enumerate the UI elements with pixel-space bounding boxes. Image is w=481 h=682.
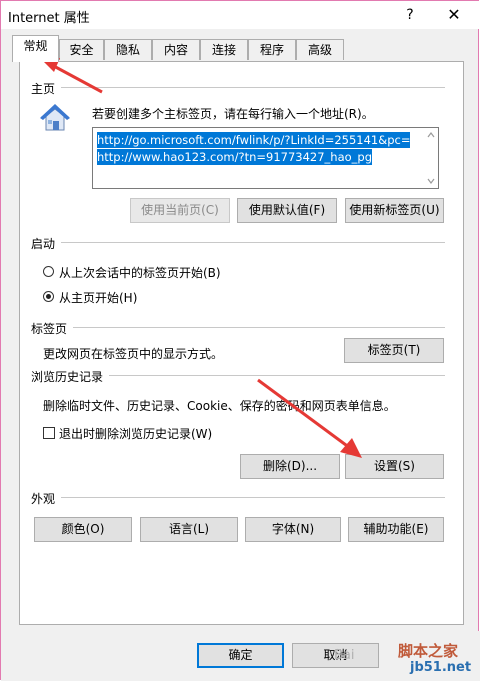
watermark-domain: jb51.net (410, 660, 472, 675)
tab-general[interactable]: 常规 (12, 35, 59, 62)
watermark-site-name: 脚本之家 (398, 642, 459, 660)
annotation-arrows (40, 58, 362, 458)
arrow-to-general-tab (40, 58, 103, 94)
watermark-prefix: Bai (334, 648, 355, 663)
arrow-to-settings-button (257, 378, 362, 458)
